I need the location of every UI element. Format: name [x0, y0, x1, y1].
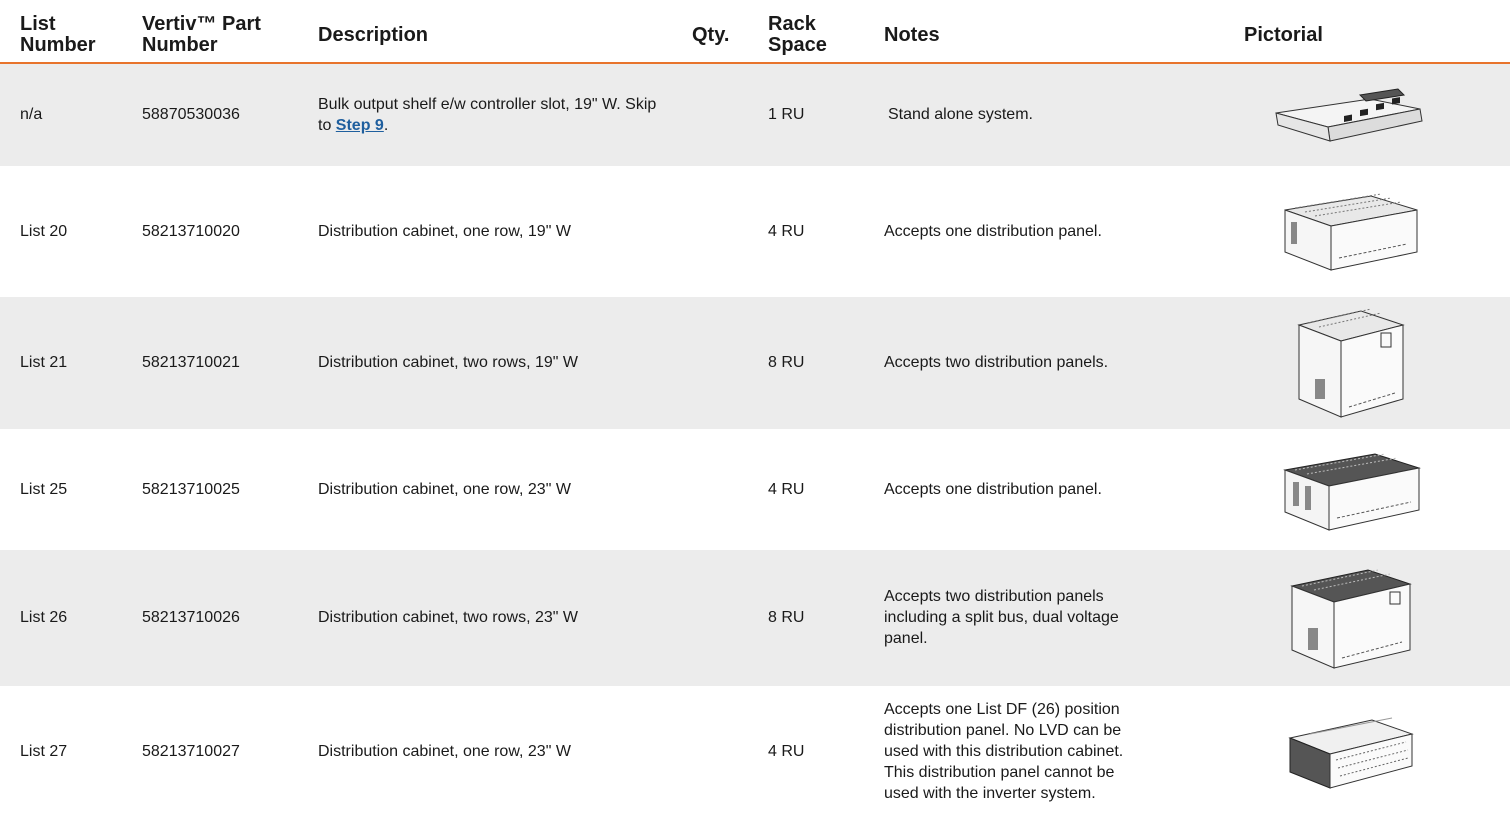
rack-space-cell: 8 RU — [754, 549, 852, 687]
description-cell: Distribution cabinet, two rows, 23" W — [298, 549, 670, 687]
header-description: Description — [298, 0, 670, 64]
rack-space-cell: 4 RU — [754, 686, 852, 817]
pictorial-cell — [1190, 296, 1510, 430]
part-number-cell: 58213710025 — [122, 429, 298, 550]
notes-cell: Accepts one distribution panel. — [852, 166, 1190, 297]
qty-cell[interactable] — [670, 166, 754, 297]
notes-cell: Accepts one distribution panel. — [852, 429, 1190, 550]
cabinet-image — [1284, 193, 1418, 271]
pictorial-cell — [1190, 429, 1510, 550]
table-row: List 25 58213710025 Distribution cabinet… — [0, 429, 1510, 550]
output-shelf-image — [1275, 88, 1423, 142]
description-cell: Distribution cabinet, two rows, 19" W — [298, 296, 670, 430]
table-row: List 21 58213710021 Distribution cabinet… — [0, 296, 1510, 430]
header-rack-space: Rack Space — [754, 0, 852, 64]
qty-cell[interactable] — [670, 63, 754, 167]
list-number-cell: List 27 — [0, 686, 122, 817]
part-number-cell: 58213710026 — [122, 549, 298, 687]
step-9-link[interactable]: Step 9 — [336, 117, 384, 134]
list-number-cell: List 21 — [0, 296, 122, 430]
pictorial-cell — [1190, 166, 1510, 297]
part-number-cell: 58213710021 — [122, 296, 298, 430]
parts-table: List Number Vertiv™ Part Number Descript… — [0, 0, 1510, 817]
description-cell: Distribution cabinet, one row, 23" W — [298, 429, 670, 550]
list-number-cell: List 25 — [0, 429, 122, 550]
description-cell: Distribution cabinet, one row, 23" W — [298, 686, 670, 817]
notes-cell: Accepts two distribution panels includin… — [852, 549, 1190, 687]
pictorial-cell — [1190, 549, 1510, 687]
rack-space-cell: 4 RU — [754, 429, 852, 550]
open-cabinet-image — [1288, 717, 1414, 789]
qty-cell[interactable] — [670, 549, 754, 687]
header-notes: Notes — [852, 0, 1190, 64]
list-number-cell: n/a — [0, 63, 122, 167]
qty-cell[interactable] — [670, 429, 754, 550]
table-row: List 26 58213710026 Distribution cabinet… — [0, 549, 1510, 687]
qty-cell[interactable] — [670, 296, 754, 430]
header-qty: Qty. — [670, 0, 754, 64]
description-cell: Distribution cabinet, one row, 19" W — [298, 166, 670, 297]
rack-space-cell: 4 RU — [754, 166, 852, 297]
part-number-cell: 58213710027 — [122, 686, 298, 817]
cabinet-image — [1297, 308, 1405, 418]
cabinet-image — [1290, 568, 1412, 669]
rack-space-cell: 1 RU — [754, 63, 852, 167]
header-pictorial: Pictorial — [1190, 0, 1510, 64]
header-list-number: List Number — [0, 0, 122, 64]
table-row: List 20 58213710020 Distribution cabinet… — [0, 166, 1510, 297]
rack-space-cell: 8 RU — [754, 296, 852, 430]
table-row: List 27 58213710027 Distribution cabinet… — [0, 686, 1510, 817]
notes-cell: Accepts two distribution panels. — [852, 296, 1190, 430]
pictorial-cell — [1190, 63, 1510, 167]
notes-cell: Stand alone system. — [852, 63, 1190, 167]
description-tail: . — [383, 116, 389, 134]
list-number-cell: List 20 — [0, 166, 122, 297]
header-part-number: Vertiv™ Part Number — [122, 0, 298, 64]
qty-cell[interactable] — [670, 686, 754, 817]
table-header-row: List Number Vertiv™ Part Number Descript… — [0, 0, 1510, 64]
list-number-cell: List 26 — [0, 549, 122, 687]
notes-cell: Accepts one List DF (26) position distri… — [852, 686, 1190, 817]
part-number-cell: 58213710020 — [122, 166, 298, 297]
part-number-cell: 58870530036 — [122, 63, 298, 167]
pictorial-cell — [1190, 686, 1510, 817]
cabinet-image — [1283, 453, 1421, 531]
description-cell: Bulk output shelf e/w controller slot, 1… — [298, 63, 670, 167]
table-row: n/a 58870530036 Bulk output shelf e/w co… — [0, 63, 1510, 167]
